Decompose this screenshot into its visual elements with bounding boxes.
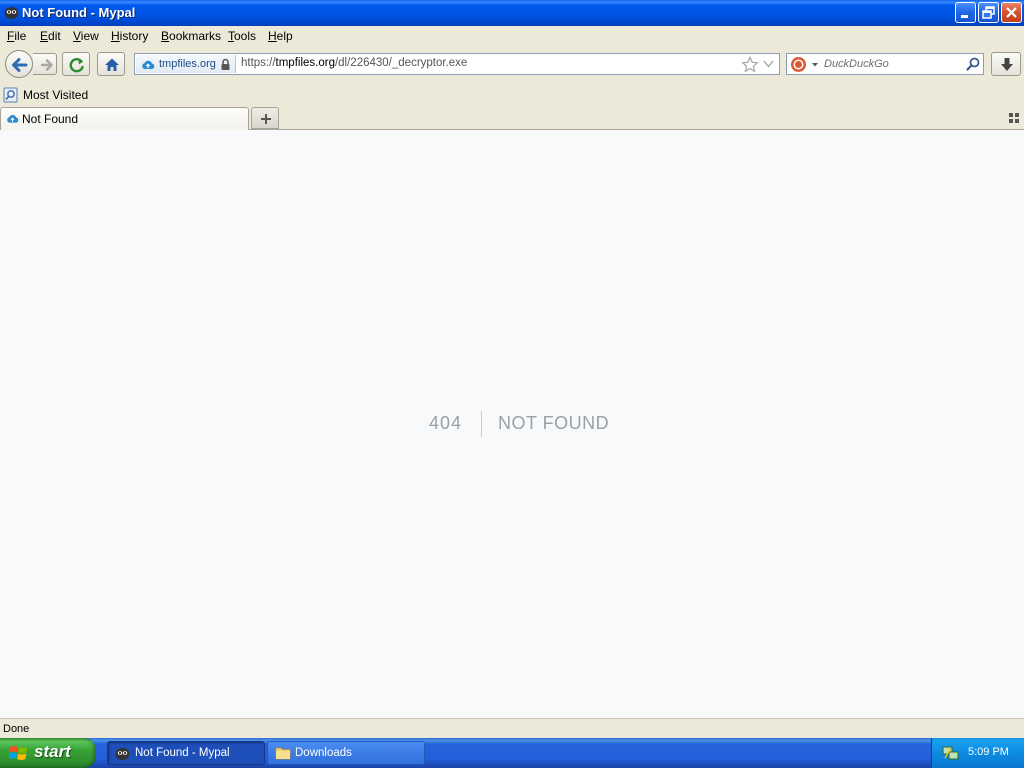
back-button[interactable] [5, 50, 33, 78]
minimize-button[interactable] [955, 2, 976, 23]
site-identity-domain: tmpfiles.org [159, 58, 216, 70]
menu-file[interactable]: File [7, 29, 26, 43]
status-bar: Done [0, 718, 1024, 738]
search-icon[interactable] [965, 56, 981, 72]
cloud-upload-icon [142, 60, 155, 69]
search-input[interactable]: DuckDuckGo [824, 58, 889, 70]
start-label: start [34, 742, 71, 761]
menu-bar: File Edit View History Bookmarks Tools H… [0, 26, 1024, 46]
window-titlebar[interactable]: Not Found - Mypal [0, 0, 1024, 26]
downloads-button[interactable] [991, 52, 1021, 76]
menu-edit[interactable]: Edit [40, 29, 61, 43]
home-icon [105, 58, 119, 71]
error-message: NOT FOUND [498, 413, 610, 433]
start-button[interactable]: start [0, 738, 96, 768]
tab-label: Not Found [22, 112, 79, 126]
download-arrow-icon [1001, 58, 1013, 71]
search-bar[interactable]: DuckDuckGo [786, 53, 984, 75]
bookmark-label: Most Visited [23, 88, 89, 102]
system-tray: 5:09 PM [931, 738, 1024, 768]
bookmark-star-icon[interactable] [741, 56, 759, 73]
taskbar-item-label: Downloads [295, 747, 352, 759]
home-button[interactable] [97, 52, 125, 76]
tab-not-found[interactable]: Not Found [0, 107, 249, 130]
lock-icon [221, 58, 230, 70]
error-code: 404 [429, 413, 463, 433]
status-text: Done [3, 723, 30, 735]
minimize-icon [961, 15, 968, 18]
close-button[interactable] [1001, 2, 1022, 23]
restore-icon [982, 6, 995, 19]
url-input[interactable]: https://tmpfiles.org/dl/226430/_decrypto… [241, 57, 467, 69]
error-divider [481, 411, 482, 437]
reload-button[interactable] [62, 52, 90, 76]
back-arrow-icon [12, 58, 28, 72]
new-tab-button[interactable] [251, 107, 279, 129]
menu-help[interactable]: Help [268, 29, 293, 43]
site-identity-button[interactable]: tmpfiles.org [136, 55, 236, 73]
folder-icon [275, 747, 291, 760]
smart-folder-icon [3, 87, 18, 103]
url-bar[interactable]: tmpfiles.org https://tmpfiles.org/dl/226… [134, 53, 780, 75]
plus-icon [261, 114, 271, 124]
menu-bookmarks[interactable]: Bookmarks [161, 29, 221, 43]
network-connection-icon[interactable] [942, 744, 960, 762]
forward-button[interactable] [33, 53, 57, 75]
window-title: Not Found - Mypal [22, 5, 136, 20]
taskbar-item-mypal[interactable]: Not Found - Mypal [107, 741, 265, 765]
page-content: 404 NOT FOUND [0, 130, 1024, 718]
reload-icon [69, 58, 84, 73]
taskbar-item-label: Not Found - Mypal [135, 747, 230, 759]
list-all-tabs-icon[interactable] [1008, 112, 1020, 124]
chevron-down-icon[interactable] [763, 60, 774, 68]
mypal-app-icon [4, 7, 19, 19]
forward-arrow-icon [40, 59, 53, 71]
duckduckgo-engine-icon[interactable] [790, 56, 820, 73]
bookmarks-toolbar [0, 84, 1024, 105]
taskbar-item-downloads[interactable]: Downloads [267, 741, 425, 765]
cloud-favicon-icon [7, 115, 19, 123]
menu-tools[interactable]: Tools [228, 29, 256, 43]
windows-flag-icon [9, 746, 28, 760]
menu-view[interactable]: View [73, 29, 99, 43]
mypal-app-icon [115, 748, 130, 760]
restore-button[interactable] [978, 2, 999, 23]
clock: 5:09 PM [968, 746, 1009, 758]
close-icon [1006, 7, 1017, 18]
menu-history[interactable]: History [111, 29, 148, 43]
